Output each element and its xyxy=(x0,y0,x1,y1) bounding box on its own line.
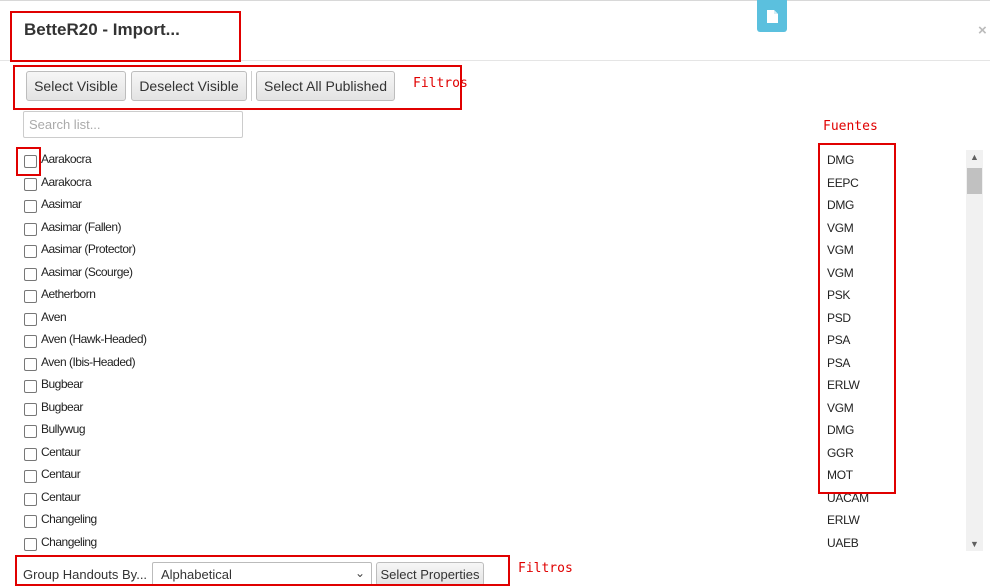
top-border xyxy=(0,0,990,1)
item-checkbox[interactable] xyxy=(24,177,37,191)
item-name: Aven (Ibis-Headed) xyxy=(41,354,136,369)
document-icon xyxy=(766,9,778,23)
item-name: Bugbear xyxy=(41,399,83,414)
item-name: Aetherborn xyxy=(41,287,96,301)
annotation-title-box xyxy=(10,11,241,62)
item-name: Aasimar (Fallen) xyxy=(41,219,122,234)
item-name: Centaur xyxy=(41,444,81,459)
item-checkbox[interactable] xyxy=(24,245,37,258)
item-checkbox[interactable] xyxy=(24,222,37,236)
item-checkbox[interactable] xyxy=(24,470,37,483)
list-item[interactable]: Changeling ERLW xyxy=(0,508,965,531)
item-checkbox[interactable] xyxy=(24,357,37,371)
item-checkbox[interactable] xyxy=(24,537,37,551)
scroll-down-icon[interactable]: ▼ xyxy=(966,537,983,551)
item-name: Aasimar (Protector) xyxy=(41,242,136,256)
item-name: Bugbear xyxy=(41,377,83,391)
item-name: Aven (Hawk-Headed) xyxy=(41,332,147,346)
item-name: Aarakocra xyxy=(41,152,92,166)
item-checkbox[interactable] xyxy=(24,200,37,213)
item-name: Changeling xyxy=(41,512,97,526)
annotation-sources-box xyxy=(818,143,896,494)
item-checkbox[interactable] xyxy=(24,267,37,281)
item-name: Aven xyxy=(41,309,67,324)
close-icon[interactable]: × xyxy=(978,22,987,39)
item-checkbox[interactable] xyxy=(24,425,37,438)
list-item[interactable]: Changeling UAEB xyxy=(0,531,965,554)
item-name: Centaur xyxy=(41,467,81,481)
item-checkbox[interactable] xyxy=(24,515,37,528)
document-button[interactable] xyxy=(757,0,787,32)
item-source: ERLW xyxy=(827,513,860,527)
item-name: Bullywug xyxy=(41,422,86,436)
item-name: Changeling xyxy=(41,534,97,549)
search-input[interactable]: Search list... xyxy=(23,111,243,138)
item-name: Aasimar (Scourge) xyxy=(41,264,133,279)
item-checkbox[interactable] xyxy=(24,335,37,348)
item-checkbox[interactable] xyxy=(24,290,37,303)
item-name: Aarakocra xyxy=(41,174,92,189)
item-source: UAEB xyxy=(827,535,859,550)
item-checkbox[interactable] xyxy=(24,447,37,461)
item-checkbox[interactable] xyxy=(24,312,37,326)
item-name: Centaur xyxy=(41,489,81,504)
annotation-checkbox-box xyxy=(16,147,41,176)
scroll-thumb[interactable] xyxy=(967,168,982,194)
annotation-filters-bottom: Filtros xyxy=(518,561,573,576)
item-name: Aasimar xyxy=(41,197,82,211)
annotation-footer-box xyxy=(15,555,510,586)
item-checkbox[interactable] xyxy=(24,402,37,416)
item-checkbox[interactable] xyxy=(24,380,37,393)
annotation-filters-top: Filtros xyxy=(413,76,468,91)
item-checkbox[interactable] xyxy=(24,492,37,506)
list-scrollbar[interactable]: ▲ ▼ xyxy=(966,150,983,551)
annotation-sources: Fuentes xyxy=(823,119,878,134)
annotation-filters-box xyxy=(13,65,462,110)
scroll-up-icon[interactable]: ▲ xyxy=(966,150,983,164)
